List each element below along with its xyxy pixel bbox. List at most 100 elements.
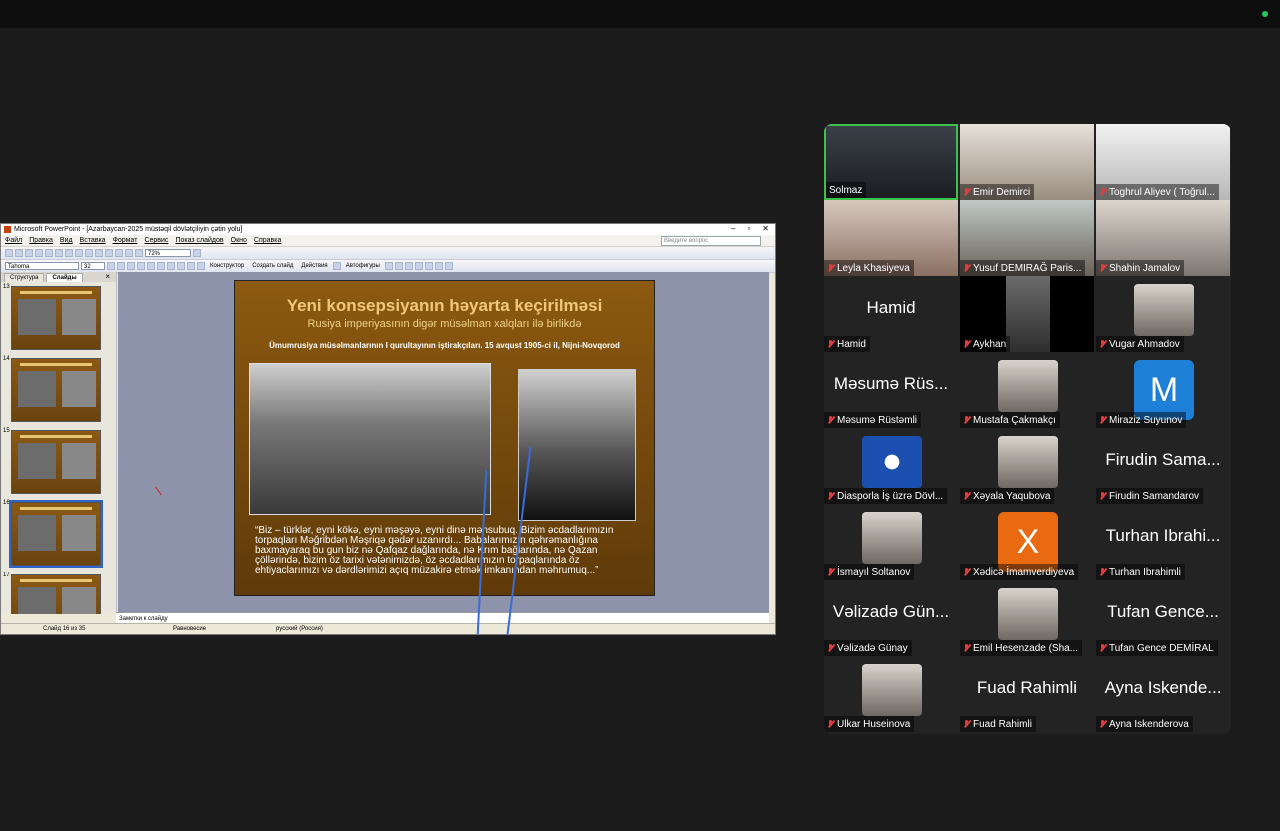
new-slide-button[interactable]: Создать слайд	[252, 263, 293, 269]
participant-tile[interactable]: Ulkar Huseinova	[824, 656, 958, 732]
tab-outline[interactable]: Структура	[4, 273, 45, 282]
participant-tile[interactable]: Leyla Khasiyeva	[824, 200, 958, 276]
participant-tile[interactable]: Tufan Gence... Tufan Gence DEMİRAL	[1096, 580, 1230, 656]
rectangle-icon[interactable]	[404, 262, 413, 270]
print-icon[interactable]	[35, 249, 43, 257]
font-select[interactable]: Tahoma	[5, 262, 79, 270]
participant-display-name: Fuad Rahimli	[976, 678, 1078, 697]
new-icon[interactable]	[5, 249, 13, 257]
participant-tile[interactable]: Yusuf DEMIRAĞ Paris...	[960, 200, 1094, 276]
participant-tile[interactable]: Shahin Jamalov	[1096, 200, 1230, 276]
underline-icon[interactable]	[127, 262, 135, 270]
participant-tile[interactable]: Məsumə Rüs... Məsumə Rüstəmli	[824, 352, 958, 428]
participant-name: Ayna Iskenderova	[1109, 718, 1189, 730]
menu-format[interactable]: Формат	[113, 237, 138, 244]
thumbnail-number: 14	[3, 356, 10, 362]
numbering-icon[interactable]	[177, 262, 185, 270]
participant-tile[interactable]: M Miraziz Suyunov	[1096, 352, 1230, 428]
menu-insert[interactable]: Вставка	[80, 237, 106, 244]
participant-name: Solmaz	[829, 184, 863, 196]
participant-tile[interactable]: Diasporla İş üzrə Dövl...	[824, 428, 958, 504]
arrow-icon[interactable]	[394, 262, 403, 270]
close-icon[interactable]: ✕	[762, 224, 769, 233]
participant-tile[interactable]: Emil Hesenzade (Sha...	[960, 580, 1094, 656]
fill-color-icon[interactable]	[434, 262, 443, 270]
menu-window[interactable]: Окно	[231, 237, 247, 244]
participant-tile[interactable]: Ayna Iskende... Ayna Iskenderova	[1096, 656, 1230, 732]
slide-subtitle: Rusiya imperiyasının digər müsəlman xalq…	[307, 318, 582, 330]
slide-thumbnail[interactable]: 14	[1, 356, 109, 424]
undo-icon[interactable]	[95, 249, 103, 257]
chart-icon[interactable]	[115, 249, 123, 257]
italic-icon[interactable]	[117, 262, 125, 270]
maximize-icon[interactable]: ▫	[747, 224, 750, 233]
font-size-select[interactable]: 32	[81, 262, 105, 270]
participant-tile[interactable]: İsmayıl Soltanov	[824, 504, 958, 580]
paste-icon[interactable]	[85, 249, 93, 257]
participant-tile[interactable]: X Xədicə İmamverdiyeva	[960, 504, 1094, 580]
participant-tile[interactable]: Xəyala Yaqubova	[960, 428, 1094, 504]
menu-view[interactable]: Вид	[60, 237, 73, 244]
help-icon[interactable]	[193, 249, 201, 257]
copy-icon[interactable]	[75, 249, 83, 257]
menu-edit[interactable]: Правка	[29, 237, 53, 244]
participant-tile[interactable]: Vugar Ahmadov	[1096, 276, 1230, 352]
save-icon[interactable]	[25, 249, 33, 257]
participant-tile[interactable]: Aykhan	[960, 276, 1094, 352]
preview-icon[interactable]	[45, 249, 53, 257]
participant-tile[interactable]: Turhan Ibrahi... Turhan Ibrahimli	[1096, 504, 1230, 580]
participant-tile[interactable]: Mustafa Çakmakçı	[960, 352, 1094, 428]
open-icon[interactable]	[15, 249, 23, 257]
select-icon[interactable]	[332, 262, 341, 270]
minimize-icon[interactable]: –	[731, 224, 735, 233]
redo-icon[interactable]	[105, 249, 113, 257]
menu-file[interactable]: Файл	[5, 237, 22, 244]
help-search-input[interactable]: Введите вопрос	[661, 236, 761, 246]
font-color-icon[interactable]	[197, 262, 205, 270]
actions-menu[interactable]: Действия	[301, 263, 327, 269]
spellcheck-icon[interactable]	[55, 249, 63, 257]
menu-help[interactable]: Справка	[254, 237, 281, 244]
participant-tile[interactable]: Firudin Sama... Firudin Samandarov	[1096, 428, 1230, 504]
slide-thumbnail[interactable]: 13	[1, 284, 109, 352]
cut-icon[interactable]	[65, 249, 73, 257]
participant-tile[interactable]: Solmaz	[824, 124, 958, 200]
participant-tile[interactable]: Toghrul Aliyev ( Toğrul...	[1096, 124, 1230, 200]
table-icon[interactable]	[125, 249, 133, 257]
shadow-icon[interactable]	[137, 262, 145, 270]
slides-pane: Структура Слайды × 13 14 15 16 17	[1, 272, 117, 614]
textbox-icon[interactable]	[424, 262, 433, 270]
muted-mic-icon	[1099, 415, 1107, 425]
bold-icon[interactable]	[107, 262, 115, 270]
participant-tile[interactable]: Vəlizadə Gün... Vəlizadə Günay	[824, 580, 958, 656]
oval-icon[interactable]	[414, 262, 423, 270]
design-name: Равновесие	[173, 626, 207, 632]
participant-tile[interactable]: Hamid Hamid	[824, 276, 958, 352]
current-slide[interactable]: Yeni konsepsiyanın həyarta keçirilməsi R…	[234, 280, 655, 596]
menu-slideshow[interactable]: Показ слайдов	[175, 237, 223, 244]
line-color-icon[interactable]	[444, 262, 453, 270]
participant-tile[interactable]: Emir Demirci	[960, 124, 1094, 200]
menu-tools[interactable]: Сервис	[144, 237, 168, 244]
align-center-icon[interactable]	[157, 262, 165, 270]
participant-tile[interactable]: Fuad Rahimli Fuad Rahimli	[960, 656, 1094, 732]
grid-icon[interactable]	[135, 249, 143, 257]
participant-display-name: Turhan Ibrahi...	[1105, 526, 1221, 545]
slide-thumbnail[interactable]: 15	[1, 428, 109, 496]
ppt-statusbar: Слайд 16 из 35 Равновесие русский (Росси…	[1, 623, 775, 634]
slide-thumbnail[interactable]: 17	[1, 572, 109, 614]
align-right-icon[interactable]	[167, 262, 175, 270]
line-icon[interactable]	[384, 262, 393, 270]
designer-button[interactable]: Конструктор	[210, 263, 244, 269]
slide-canvas[interactable]: Yeni konsepsiyanın həyarta keçirilməsi R…	[118, 272, 769, 612]
zoom-select[interactable]: 72%	[145, 249, 191, 257]
slide-thumbnail-selected[interactable]: 16	[1, 500, 109, 568]
avatar	[862, 512, 922, 564]
participant-name: Miraziz Suyunov	[1109, 414, 1183, 426]
align-left-icon[interactable]	[147, 262, 155, 270]
bullets-icon[interactable]	[187, 262, 195, 270]
autoshapes-menu[interactable]: Автофигуры	[346, 263, 380, 269]
ppt-titlebar: Microsoft PowerPoint - [Azarbaycan-2025 …	[1, 224, 775, 235]
tab-slides[interactable]: Слайды	[46, 273, 83, 282]
close-pane-icon[interactable]: ×	[105, 272, 110, 281]
